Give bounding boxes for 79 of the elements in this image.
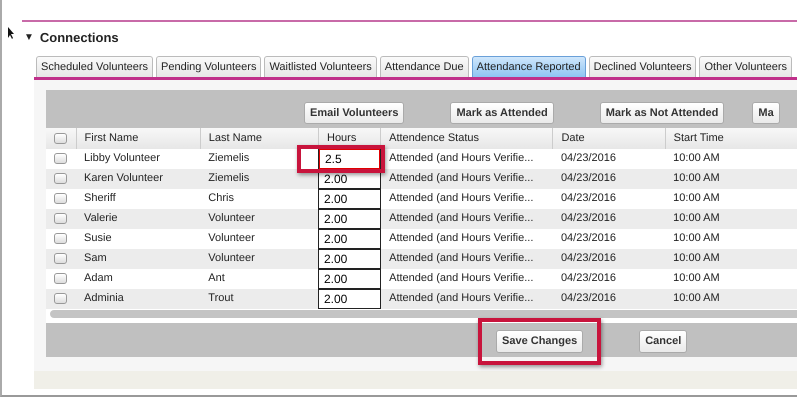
table-cell: Attended (and Hours Verifie... <box>389 232 534 244</box>
toolbar-button[interactable]: Mark as Attended <box>450 102 554 124</box>
hours-field[interactable]: 2.00 <box>320 288 380 308</box>
column-header: Attendence Status <box>389 132 480 144</box>
table-cell: Attended (and Hours Verifie... <box>389 192 534 204</box>
table-cell: Attended (and Hours Verifie... <box>389 292 534 304</box>
table-cell: Sam <box>84 252 107 264</box>
row-checkbox[interactable] <box>54 272 67 284</box>
table-cell: Volunteer <box>208 232 255 244</box>
table-cell: Volunteer <box>208 252 255 264</box>
section-title: Connections <box>40 29 119 47</box>
hours-field[interactable]: 2.00 <box>320 208 380 228</box>
select-all-checkbox[interactable] <box>54 132 67 144</box>
table-cell: 04/23/2016 <box>560 192 616 204</box>
table-cell: Ziemelis <box>208 172 250 184</box>
table-cell: 10:00 AM <box>673 172 720 184</box>
column-header: Date <box>561 132 585 144</box>
table-cell: 10:00 AM <box>673 252 720 264</box>
row-checkbox[interactable] <box>54 152 67 164</box>
table-cell: Libby Volunteer <box>84 152 160 164</box>
table-cell: Attended (and Hours Verifie... <box>389 272 534 284</box>
row-checkbox[interactable] <box>54 212 67 224</box>
table-cell: Adam <box>84 272 113 284</box>
tab[interactable]: Attendance Reported <box>472 56 586 77</box>
hours-field[interactable]: 2.00 <box>320 188 380 208</box>
row-checkbox[interactable] <box>54 252 67 264</box>
row-checkbox[interactable] <box>54 192 67 204</box>
toolbar-button[interactable]: Email Volunteers <box>304 102 404 124</box>
column-header: Last Name <box>208 132 262 144</box>
table-cell: 04/23/2016 <box>560 232 616 244</box>
tab[interactable]: Waitlisted Volunteers <box>264 56 377 77</box>
hours-field[interactable]: 2.5 <box>320 148 380 168</box>
hours-field[interactable]: 2.00 <box>320 268 380 288</box>
hours-field[interactable]: 2.00 <box>320 248 380 268</box>
table-cell: Attended (and Hours Verifie... <box>389 172 534 184</box>
table-cell: Trout <box>208 292 234 304</box>
table-cell: Karen Volunteer <box>84 172 163 184</box>
column-header: Hours <box>327 132 356 144</box>
table-cell: Volunteer <box>208 212 255 224</box>
table-cell: Attended (and Hours Verifie... <box>389 152 534 164</box>
table-cell: 10:00 AM <box>673 192 720 204</box>
table-cell: Susie <box>84 232 112 244</box>
table-cell: 04/23/2016 <box>560 152 616 164</box>
tab[interactable]: Scheduled Volunteers <box>36 56 154 77</box>
table-cell: Ant <box>208 272 225 284</box>
table-cell: Sheriff <box>84 192 116 204</box>
table-cell: 04/23/2016 <box>560 272 616 284</box>
table-cell: Adminia <box>84 292 124 304</box>
table-cell: 04/23/2016 <box>560 252 616 264</box>
collapse-toggle[interactable]: ▼ <box>24 30 34 46</box>
table-cell: Attended (and Hours Verifie... <box>389 212 534 224</box>
table-cell: Ziemelis <box>208 152 250 164</box>
table-cell: 10:00 AM <box>673 292 720 304</box>
row-checkbox[interactable] <box>54 292 67 304</box>
footer-button[interactable]: Cancel <box>639 330 688 353</box>
tab[interactable]: Attendance Due <box>380 56 469 77</box>
table-cell: Chris <box>208 192 234 204</box>
table-cell: Valerie <box>84 212 118 224</box>
table-cell: 04/23/2016 <box>560 172 616 184</box>
table-cell: 04/23/2016 <box>560 292 616 304</box>
cursor-icon <box>7 26 15 40</box>
table-cell: 04/23/2016 <box>560 212 616 224</box>
table-cell: 10:00 AM <box>673 272 720 284</box>
tab[interactable]: Other Volunteers <box>699 56 792 77</box>
toolbar-button[interactable]: Mark as Not Attended <box>600 102 724 124</box>
toolbar-button[interactable]: Ma <box>752 102 780 124</box>
footer-button[interactable]: Save Changes <box>496 330 584 353</box>
scrollbar-thumb[interactable] <box>50 310 797 318</box>
table-cell: Attended (and Hours Verifie... <box>389 252 534 264</box>
table-cell: 10:00 AM <box>673 212 720 224</box>
hours-field[interactable]: 2.00 <box>320 228 380 248</box>
table-cell: 10:00 AM <box>673 232 720 244</box>
column-header: Start Time <box>674 132 724 144</box>
tab[interactable]: Pending Volunteers <box>156 56 262 77</box>
column-header: First Name <box>84 132 138 144</box>
table-cell: 10:00 AM <box>673 152 720 164</box>
tab[interactable]: Declined Volunteers <box>588 56 696 77</box>
row-checkbox[interactable] <box>54 232 67 244</box>
row-checkbox[interactable] <box>54 172 67 184</box>
